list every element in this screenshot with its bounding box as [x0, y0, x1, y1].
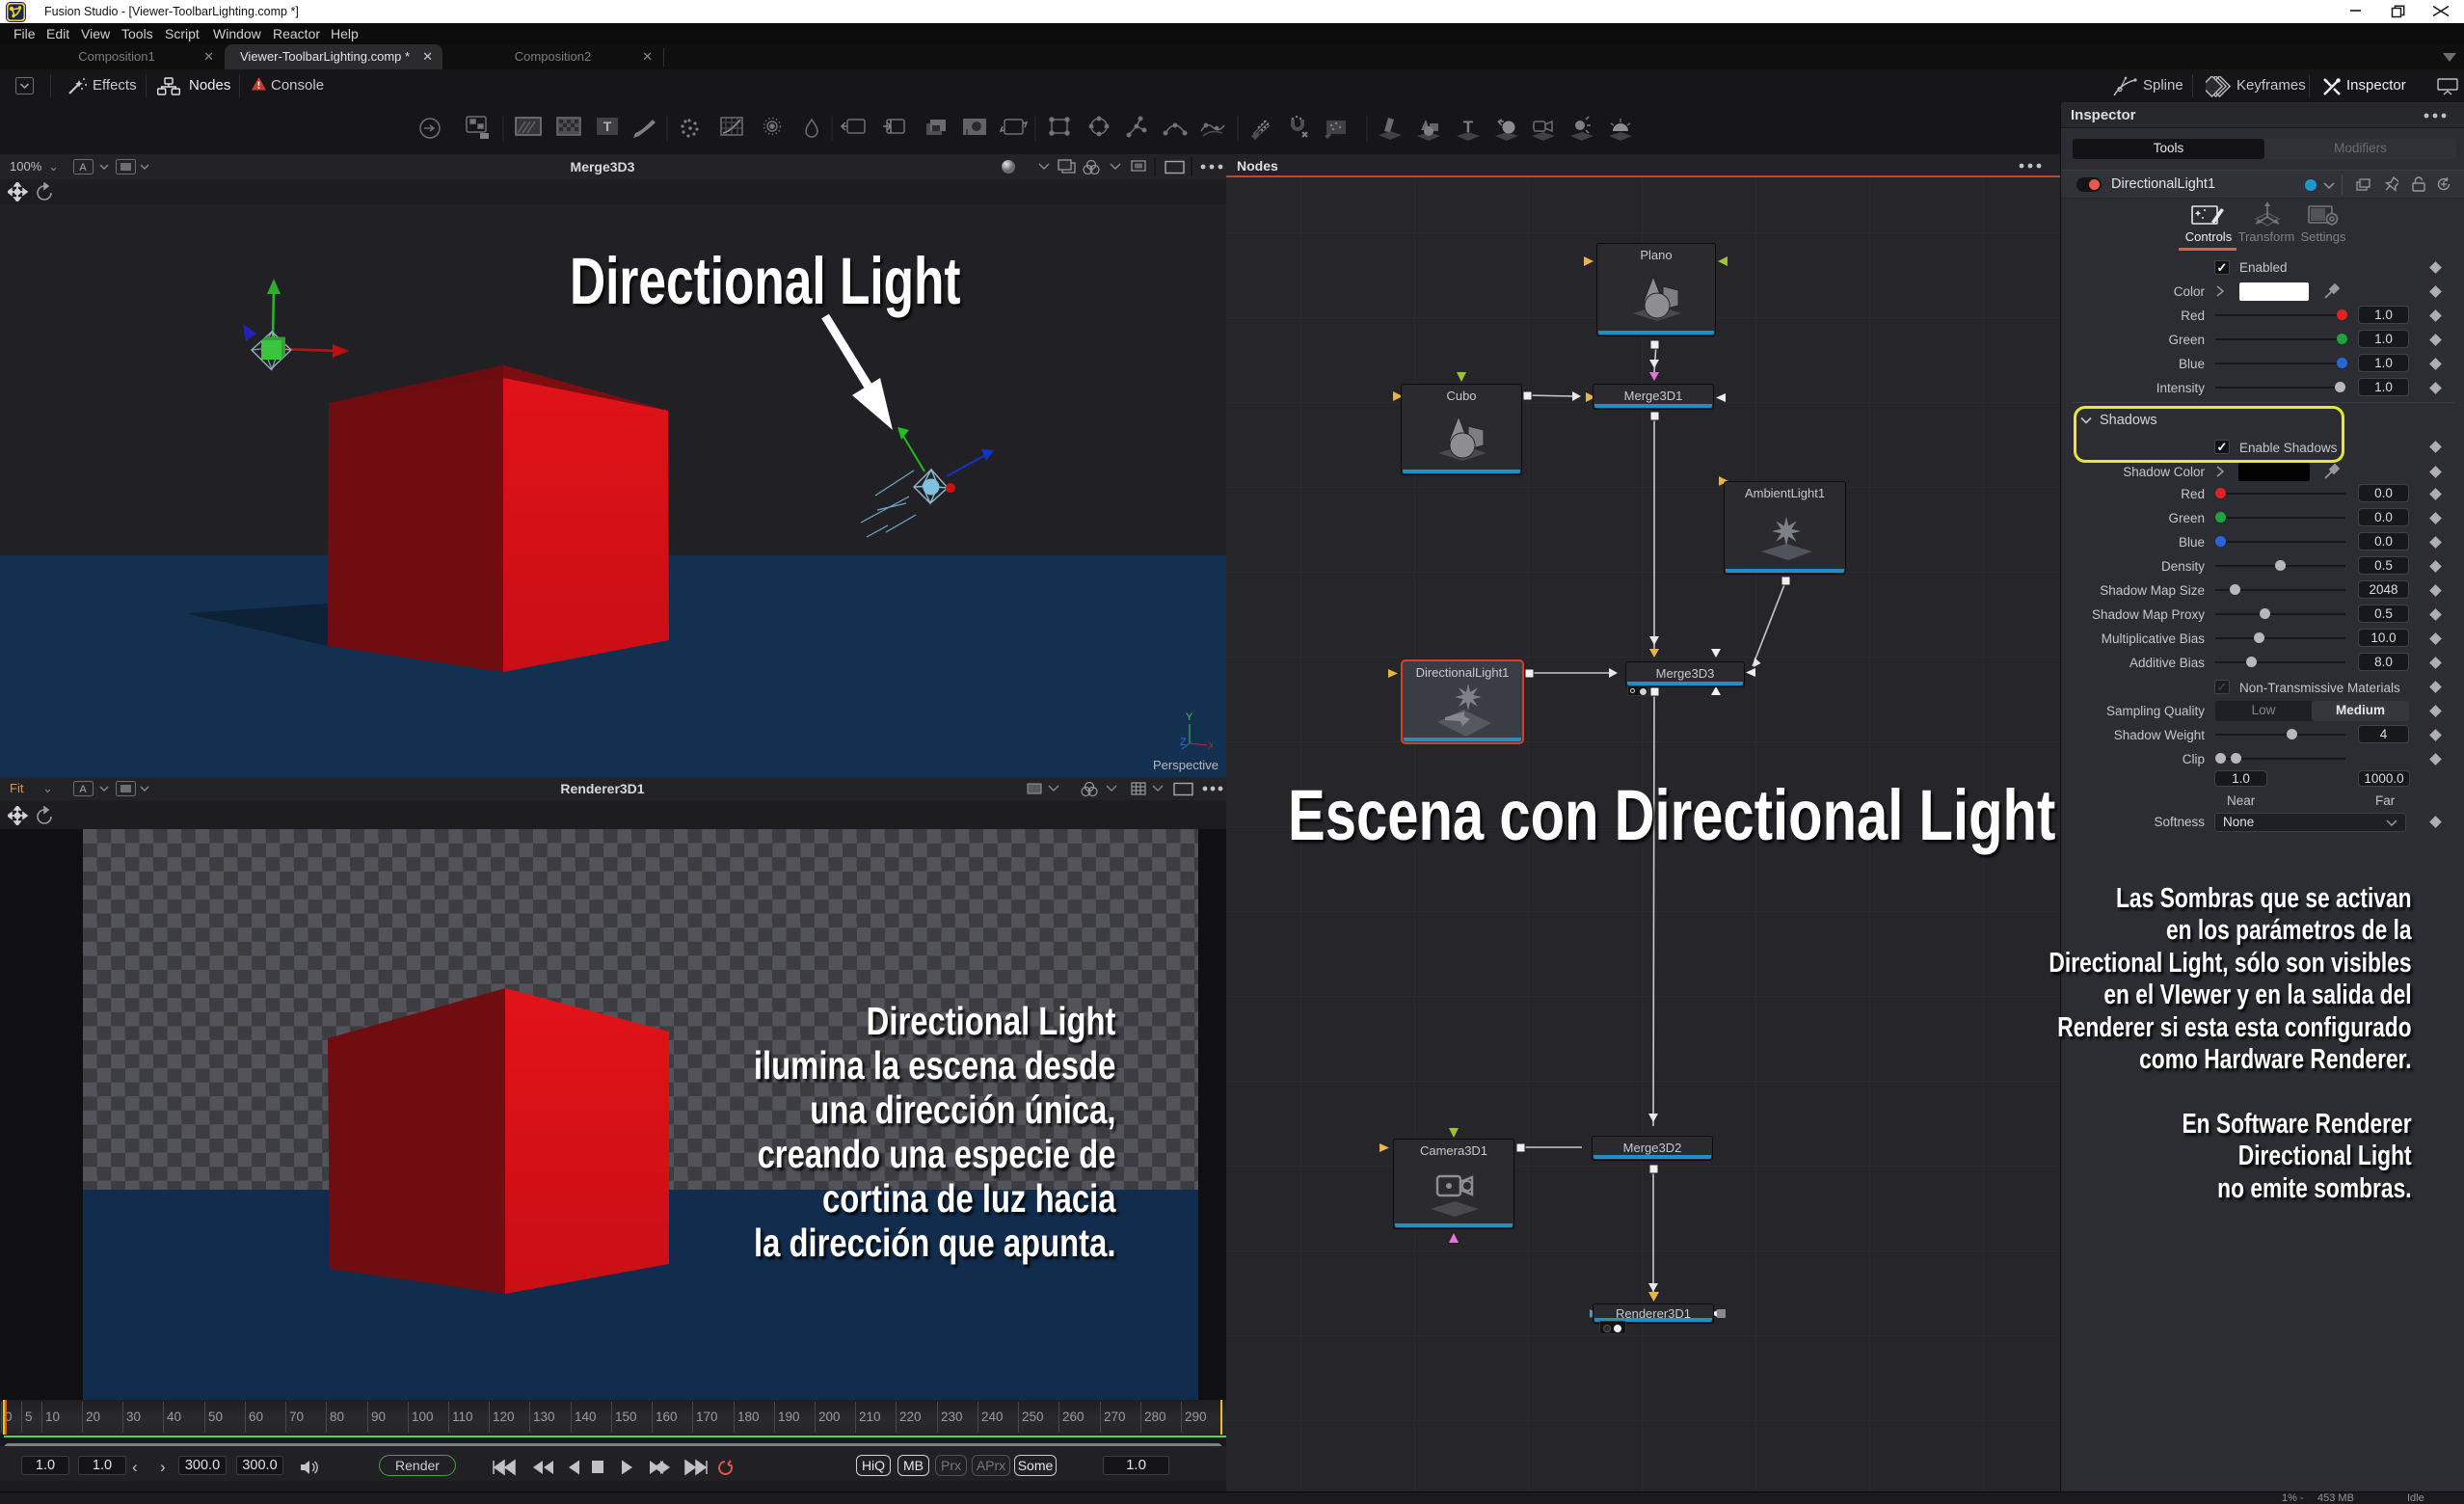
svg-text:X: X	[1208, 740, 1213, 751]
svg-text:T: T	[1463, 118, 1474, 136]
svg-text:Z: Z	[1180, 737, 1187, 748]
svg-text:T: T	[603, 119, 612, 134]
svg-text:Y: Y	[1186, 712, 1193, 723]
